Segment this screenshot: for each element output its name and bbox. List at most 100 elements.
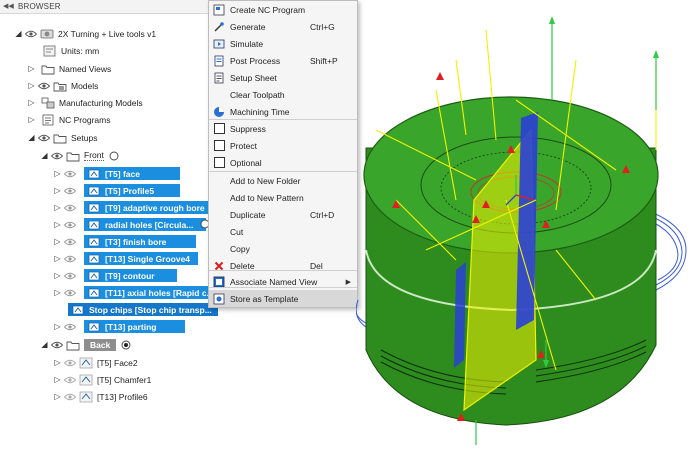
nc-programs-label: NC Programs <box>59 114 111 125</box>
expand-triangle-icon[interactable]: ▷ <box>53 186 62 195</box>
expand-triangle-icon[interactable]: ▷ <box>53 375 62 384</box>
front-operation-row[interactable]: ▷ <box>53 166 76 181</box>
menu-item-add-to-new-folder[interactable]: Add to New Folder <box>209 172 357 189</box>
menu-item-label: Simulate <box>230 38 264 49</box>
expand-triangle-icon[interactable]: ▷ <box>53 254 62 263</box>
back-operation-row[interactable]: ▷ [T5] Chamfer1 <box>53 372 151 387</box>
menu-item-create-nc-program[interactable]: Create NC Program <box>209 1 357 18</box>
selected-operation-highlight[interactable]: [T11] axial holes [Rapid c... <box>84 286 214 299</box>
named-views-row[interactable]: ▷ Named Views <box>27 61 111 76</box>
collapse-triangle-icon[interactable]: ◢ <box>14 29 23 38</box>
graphics-viewport[interactable] <box>355 0 691 451</box>
manufacturing-models-row[interactable]: ▷ Manufacturing Models <box>27 95 143 110</box>
eye-icon[interactable] <box>64 322 76 332</box>
expand-triangle-icon[interactable]: ▷ <box>53 271 62 280</box>
eye-icon[interactable] <box>64 358 76 368</box>
selected-operation-highlight[interactable]: [T5] face <box>84 167 180 180</box>
selected-operation-highlight[interactable]: [T13] Single Groove4 <box>84 252 198 265</box>
eye-icon[interactable] <box>38 81 50 91</box>
expand-triangle-icon[interactable]: ▷ <box>53 203 62 212</box>
front-operation-row[interactable]: ▷ <box>53 234 76 249</box>
eye-icon[interactable] <box>51 151 63 161</box>
front-operation-row[interactable]: ▷ <box>53 200 76 215</box>
document-row[interactable]: ◢ 2X Turning + Live tools v1 <box>14 26 156 41</box>
menu-item-machining-time[interactable]: Machining Time <box>209 103 357 120</box>
eye-icon[interactable] <box>38 133 50 143</box>
selected-operation-highlight[interactable]: [T9] contour <box>84 269 177 282</box>
toolpath-operation-icon <box>87 185 101 197</box>
menu-item-label: Cut <box>230 226 244 237</box>
front-setup-row[interactable]: ◢ Front <box>40 148 119 163</box>
menu-item-generate[interactable]: Generate Ctrl+G <box>209 18 357 35</box>
menu-item-protect[interactable]: Protect <box>209 137 357 154</box>
menu-item-simulate[interactable]: Simulate <box>209 35 357 52</box>
menu-item-label: Create NC Program <box>230 4 306 15</box>
selected-operation-highlight[interactable]: [T9] adaptive rough bore <box>84 201 212 214</box>
eye-icon[interactable] <box>64 375 76 385</box>
eye-icon[interactable] <box>64 169 76 179</box>
eye-icon[interactable] <box>64 186 76 196</box>
toolpath-operation-icon <box>71 304 85 316</box>
expand-triangle-icon[interactable]: ▷ <box>53 358 62 367</box>
collapse-triangle-icon[interactable]: ◢ <box>40 151 49 160</box>
menu-item-delete[interactable]: Delete Del <box>209 257 357 274</box>
eye-icon[interactable] <box>25 29 37 39</box>
eye-icon[interactable] <box>51 340 63 350</box>
active-setup-radio-icon[interactable] <box>121 340 131 350</box>
expand-triangle-icon[interactable]: ▷ <box>27 98 36 107</box>
setups-row[interactable]: ◢ Setups <box>27 130 97 145</box>
models-row[interactable]: ▷ Models <box>27 78 98 93</box>
back-operation-row[interactable]: ▷ [T5] Face2 <box>53 355 138 370</box>
menu-item-add-to-new-pattern[interactable]: Add to New Pattern <box>209 189 357 206</box>
selected-operation-highlight[interactable]: [T5] Profile5 <box>84 184 180 197</box>
nc-programs-row[interactable]: ▷ NC Programs <box>27 112 110 127</box>
post-process-icon <box>213 55 225 67</box>
eye-icon[interactable] <box>64 203 76 213</box>
collapse-panel-icon[interactable]: ◀◀ <box>3 2 14 10</box>
expand-triangle-icon[interactable]: ▷ <box>27 64 36 73</box>
selected-operation-highlight[interactable]: Stop chips [Stop chip transp... <box>68 303 218 316</box>
expand-triangle-icon[interactable]: ▷ <box>53 169 62 178</box>
eye-icon[interactable] <box>64 220 76 230</box>
menu-item-suppress[interactable]: Suppress <box>209 120 357 137</box>
expand-triangle-icon[interactable]: ▷ <box>27 81 36 90</box>
units-row[interactable]: Units: mm <box>40 43 99 58</box>
active-setup-radio-icon[interactable] <box>109 151 119 161</box>
eye-icon[interactable] <box>64 237 76 247</box>
document-name: 2X Turning + Live tools v1 <box>58 28 157 39</box>
eye-icon[interactable] <box>64 254 76 264</box>
front-operation-row[interactable]: ▷ <box>53 251 76 266</box>
expand-triangle-icon[interactable]: ▷ <box>53 392 62 401</box>
menu-item-clear-toolpath[interactable]: Clear Toolpath <box>209 86 357 103</box>
front-operation-row[interactable]: ▷ <box>53 217 76 232</box>
selected-operation-highlight[interactable]: [T3] finish bore <box>84 235 196 248</box>
eye-icon[interactable] <box>64 392 76 402</box>
front-operation-row[interactable]: ▷ <box>53 319 76 334</box>
front-operation-row[interactable]: ▷ <box>53 268 76 283</box>
menu-item-duplicate[interactable]: Duplicate Ctrl+D <box>209 206 357 223</box>
toolpath-operation-icon <box>87 219 101 231</box>
collapse-triangle-icon[interactable]: ◢ <box>27 133 36 142</box>
menu-item-label: Post Process <box>230 55 281 66</box>
eye-icon[interactable] <box>64 288 76 298</box>
menu-item-cut[interactable]: Cut <box>209 223 357 240</box>
front-operation-row[interactable]: ▷ <box>53 183 76 198</box>
expand-triangle-icon[interactable]: ▷ <box>27 115 36 124</box>
eye-icon[interactable] <box>64 271 76 281</box>
menu-item-label: Clear Toolpath <box>230 89 285 100</box>
front-operation-row[interactable]: ▷ <box>53 285 76 300</box>
expand-triangle-icon[interactable]: ▷ <box>53 288 62 297</box>
collapse-triangle-icon[interactable]: ◢ <box>40 340 49 349</box>
menu-item-post-process[interactable]: Post Process Shift+P <box>209 52 357 69</box>
back-setup-row[interactable]: ◢ Back <box>40 337 131 352</box>
menu-item-store-as-template[interactable]: Store as Template <box>209 290 357 307</box>
menu-item-optional[interactable]: Optional <box>209 154 357 171</box>
expand-triangle-icon[interactable]: ▷ <box>53 237 62 246</box>
expand-triangle-icon[interactable]: ▷ <box>53 322 62 331</box>
menu-item-setup-sheet[interactable]: Setup Sheet <box>209 69 357 86</box>
expand-triangle-icon[interactable]: ▷ <box>53 220 62 229</box>
selected-operation-highlight[interactable]: radial holes [Circula... <box>84 218 206 231</box>
selected-operation-highlight[interactable]: [T13] parting <box>84 320 185 333</box>
menu-item-copy[interactable]: Copy <box>209 240 357 257</box>
back-operation-row[interactable]: ▷ [T13] Profile6 <box>53 389 148 404</box>
